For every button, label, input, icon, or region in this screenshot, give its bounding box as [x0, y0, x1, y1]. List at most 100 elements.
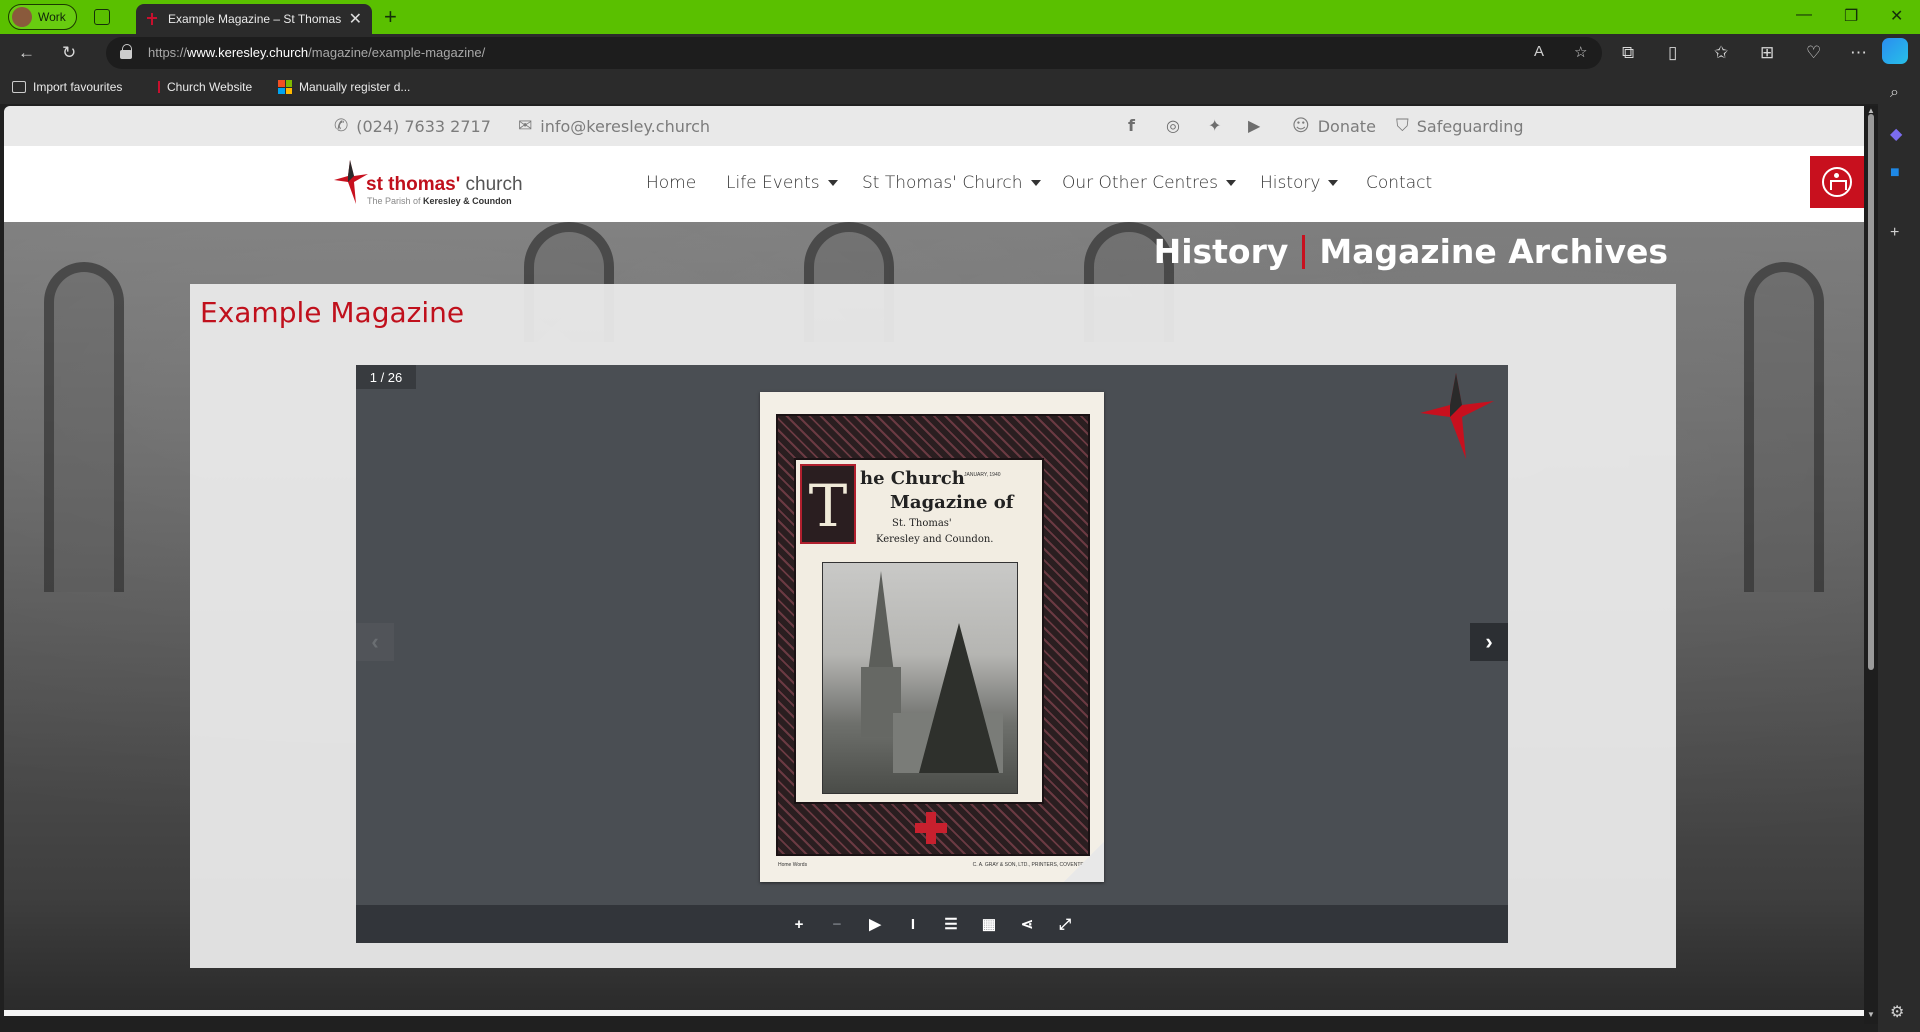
cross-logo-icon	[334, 160, 368, 204]
email-link[interactable]: ✉ info@keresley.church	[518, 116, 710, 136]
restore-icon[interactable]: ❐	[1844, 6, 1858, 26]
church-photo	[822, 562, 1018, 794]
flipbook-viewer[interactable]: 1 / 26 T he Church JANUARY, 1940 Magazin…	[356, 365, 1508, 943]
nav-home[interactable]: Home	[646, 173, 696, 193]
nav-contact[interactable]: Contact	[1366, 173, 1432, 193]
new-tab-icon[interactable]: +	[384, 4, 397, 30]
lock-icon[interactable]	[120, 44, 132, 59]
instagram-icon[interactable]: ◎	[1166, 116, 1180, 135]
donate-link[interactable]: ☺ Donate	[1292, 116, 1376, 136]
copilot-sidebar-icon[interactable]: ◆	[1890, 124, 1902, 144]
extensions-icon[interactable]: ⧉	[1622, 43, 1634, 63]
web-page: ✆ (024) 7633 2717 ✉ info@keresley.church…	[4, 106, 1864, 1016]
cover-footer-left: Home Words	[778, 862, 808, 868]
play-icon[interactable]: ▶	[866, 915, 884, 933]
microsoft-icon	[278, 80, 292, 94]
workspaces-icon[interactable]	[94, 9, 110, 25]
youtube-icon[interactable]: ▶	[1248, 116, 1260, 135]
profile-button[interactable]: Work	[8, 4, 77, 30]
favorite-label: Import favourites	[33, 80, 123, 94]
profile-label: Work	[38, 10, 66, 24]
phone-icon: ✆	[334, 116, 349, 136]
cover-drop-cap: T	[800, 464, 856, 544]
url-text: https://www.keresley.church/magazine/exa…	[148, 45, 486, 60]
copilot-icon[interactable]	[1882, 38, 1908, 64]
facebook-icon[interactable]: f	[1128, 116, 1135, 135]
add-sidebar-icon[interactable]: +	[1890, 224, 1899, 242]
table-of-contents-icon[interactable]: ☰	[942, 915, 960, 933]
breadcrumb-history[interactable]: History	[1154, 232, 1289, 271]
church-window-decor	[44, 262, 124, 592]
avatar	[12, 7, 32, 27]
browser-toolbar: ← ↻ https://www.keresley.church/magazine…	[0, 34, 1920, 72]
safeguarding-label: Safeguarding	[1416, 116, 1524, 136]
scroll-down-icon[interactable]: ▼	[1867, 1010, 1875, 1019]
magazine-cover-page[interactable]: T he Church JANUARY, 1940 Magazine of St…	[760, 392, 1104, 882]
main-navigation: st thomas' church The Parish of Keresley…	[4, 146, 1864, 222]
page-bottom-strip	[4, 1010, 1864, 1016]
favorite-manually-register[interactable]: Manually register d...	[278, 80, 410, 94]
favorite-church-website[interactable]: Church Website	[158, 80, 252, 94]
church-tree	[919, 623, 999, 773]
text-select-icon[interactable]: I	[904, 915, 922, 933]
import-icon	[12, 81, 26, 93]
close-window-icon[interactable]: ✕	[1890, 6, 1903, 26]
back-icon[interactable]: ←	[18, 43, 35, 63]
contact-bar: ✆ (024) 7633 2717 ✉ info@keresley.church…	[4, 106, 1864, 146]
fullscreen-icon[interactable]: ⤢	[1056, 915, 1074, 933]
settings-gear-icon[interactable]: ⚙	[1890, 1002, 1904, 1022]
phone-link[interactable]: ✆ (024) 7633 2717	[334, 116, 491, 136]
split-screen-icon[interactable]: ▯	[1668, 43, 1677, 63]
close-tab-icon[interactable]: ✕	[349, 9, 362, 29]
chevron-left-icon: ‹	[371, 629, 379, 654]
outlook-icon[interactable]: ■	[1890, 164, 1900, 182]
nav-st-thomas-church[interactable]: St Thomas' Church	[862, 173, 1041, 193]
logo-subtitle: The Parish of Keresley & Coundon	[367, 196, 512, 206]
next-page-button[interactable]: ›	[1470, 623, 1508, 661]
page-curl[interactable]	[1064, 842, 1104, 882]
cover-title-line4: Keresley and Coundon.	[876, 534, 994, 545]
scrollbar-thumb[interactable]	[1868, 114, 1874, 670]
caret-down-icon	[827, 180, 838, 186]
zoom-out-icon[interactable]: −	[828, 915, 846, 933]
nav-other-centres[interactable]: Our Other Centres	[1062, 173, 1236, 193]
minimize-icon[interactable]: —	[1796, 6, 1812, 24]
favorite-star-icon[interactable]: ☆	[1574, 43, 1587, 61]
favorite-import[interactable]: Import favourites	[12, 80, 122, 94]
favorites-bar: Import favourites Church Website Manuall…	[0, 72, 1920, 104]
cover-footer: Home Words C. A. GRAY & SON, LTD., PRINT…	[778, 862, 1088, 868]
church-cross-icon	[158, 81, 160, 93]
browser-essentials-icon[interactable]: ♡	[1806, 43, 1821, 63]
zoom-in-icon[interactable]: +	[790, 915, 808, 933]
breadcrumb-magazine-archives[interactable]: Magazine Archives	[1319, 232, 1668, 271]
site-logo[interactable]: st thomas' church The Parish of Keresley…	[334, 160, 524, 210]
search-icon[interactable]: ⌕	[1890, 84, 1899, 102]
edge-sidebar: ⌕ ◆ ■ + ⚙	[1878, 72, 1920, 1032]
church-window-decor	[1744, 262, 1824, 592]
content-panel: Example Magazine 1 / 26 T he Church JANU…	[190, 284, 1676, 968]
thumbnails-icon[interactable]: ▦	[980, 915, 998, 933]
safeguarding-link[interactable]: ⛉ Safeguarding	[1396, 116, 1523, 136]
refresh-icon[interactable]: ↻	[62, 43, 76, 63]
previous-page-button[interactable]: ‹	[356, 623, 394, 661]
read-aloud-icon[interactable]: A	[1534, 43, 1544, 60]
more-menu-icon[interactable]: ⋯	[1850, 43, 1867, 63]
shield-icon: ⛉	[1396, 116, 1409, 136]
caret-down-icon	[1030, 180, 1041, 186]
address-bar[interactable]: https://www.keresley.church/magazine/exa…	[106, 37, 1602, 69]
cover-title-line3: St. Thomas'	[892, 518, 952, 529]
page-indicator: 1 / 26	[356, 365, 416, 389]
page-scrollbar[interactable]: ▲ ▼	[1864, 106, 1878, 1024]
favorite-label: Church Website	[167, 80, 253, 94]
nav-history[interactable]: History	[1260, 173, 1339, 193]
collections-icon[interactable]: ⊞	[1760, 43, 1774, 63]
browser-tab[interactable]: Example Magazine – St Thomas' ✕	[136, 4, 372, 34]
chevron-right-icon: ›	[1485, 629, 1493, 654]
favorites-icon[interactable]: ✩	[1714, 43, 1728, 63]
nav-life-events[interactable]: Life Events	[726, 173, 838, 193]
accessibility-button[interactable]	[1810, 156, 1864, 208]
twitter-icon[interactable]: ✦	[1208, 116, 1221, 135]
share-icon[interactable]: ⋖	[1018, 915, 1036, 933]
envelope-icon: ✉	[518, 116, 533, 136]
browser-title-bar: Work Example Magazine – St Thomas' ✕ + —…	[0, 0, 1920, 34]
